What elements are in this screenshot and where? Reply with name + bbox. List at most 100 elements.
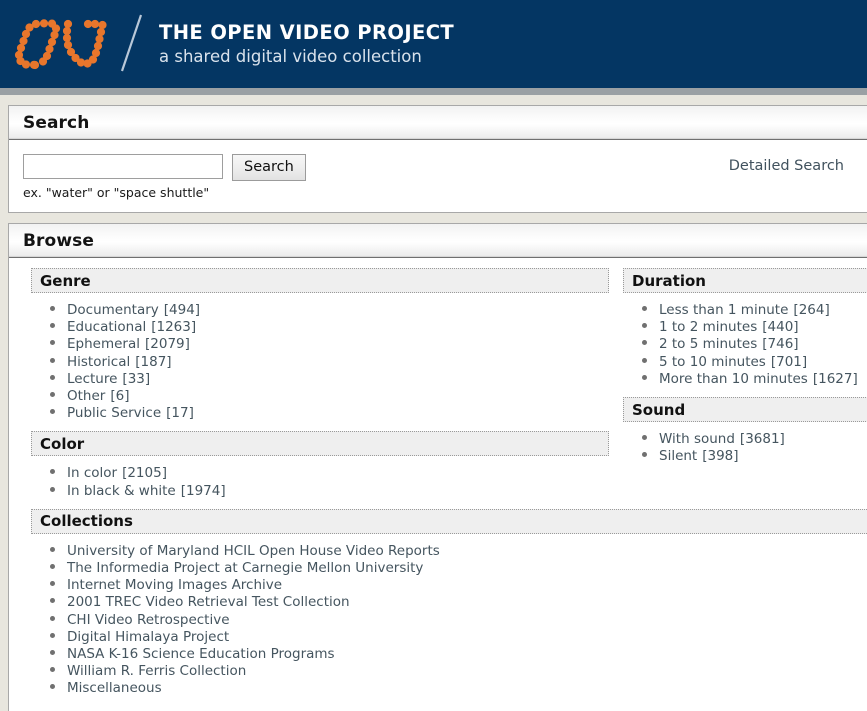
facet-count: [746] bbox=[762, 336, 799, 353]
list-item: Educational [1263] bbox=[67, 318, 609, 335]
facet-count: [264] bbox=[793, 302, 830, 318]
facet-link[interactable]: In black & white bbox=[67, 483, 176, 499]
list-item: Public Service [17] bbox=[67, 404, 609, 421]
facet-link[interactable]: Historical bbox=[67, 354, 130, 370]
list-item: Miscellaneous bbox=[67, 679, 867, 696]
facet-link[interactable]: In color bbox=[67, 465, 117, 481]
facet-collections-title: Collections bbox=[40, 512, 133, 531]
browse-right-column: Duration Less than 1 minute[264]1 to 2 m… bbox=[609, 268, 867, 474]
facet-count: [6] bbox=[110, 388, 130, 405]
facet-count: [494] bbox=[163, 302, 201, 318]
facet-link[interactable]: NASA K-16 Science Education Programs bbox=[67, 646, 335, 662]
facet-sound: Sound With sound[3681]Silent[398] bbox=[623, 397, 867, 464]
facet-duration-header: Duration bbox=[623, 268, 867, 293]
facet-link[interactable]: CHI Video Retrospective bbox=[67, 612, 230, 628]
list-item: Internet Moving Images Archive bbox=[67, 576, 867, 593]
list-item: Documentary[494] bbox=[67, 301, 609, 318]
facet-link[interactable]: Silent bbox=[659, 448, 697, 464]
search-panel-body: Search ex. "water" or "space shuttle" De… bbox=[9, 140, 867, 212]
list-item: 2 to 5 minutes [746] bbox=[659, 335, 867, 352]
facet-link[interactable]: Public Service bbox=[67, 405, 161, 421]
facet-link[interactable]: Documentary bbox=[67, 302, 159, 318]
facet-genre-title: Genre bbox=[40, 271, 91, 290]
facet-count: [2079] bbox=[145, 336, 190, 353]
list-item: Less than 1 minute [264] bbox=[659, 301, 867, 318]
facet-sound-title: Sound bbox=[632, 400, 686, 419]
facet-link[interactable]: 5 to 10 minutes bbox=[659, 354, 766, 370]
facet-link[interactable]: Less than 1 minute bbox=[659, 302, 788, 318]
facet-link[interactable]: Educational bbox=[67, 319, 146, 335]
search-panel-title: Search bbox=[23, 112, 90, 133]
search-button[interactable]: Search bbox=[232, 154, 306, 181]
facet-count: [3681] bbox=[739, 431, 785, 448]
list-item: NASA K-16 Science Education Programs bbox=[67, 645, 867, 662]
facet-link[interactable]: More than 10 minutes bbox=[659, 371, 808, 387]
browse-panel-header: Browse bbox=[9, 224, 867, 258]
facet-collections-list: University of Maryland HCIL Open House V… bbox=[31, 542, 867, 697]
browse-left-column: Genre Documentary[494]Educational[1263]E… bbox=[9, 268, 609, 509]
facet-sound-header: Sound bbox=[623, 397, 867, 423]
facet-color-header: Color bbox=[31, 431, 609, 457]
facet-genre-list: Documentary[494]Educational[1263]Ephemer… bbox=[31, 301, 609, 421]
site-masthead: THE OPEN VIDEO PROJECT a shared digital … bbox=[0, 0, 867, 88]
browse-panel: Browse Genre Documentary[494]Educational… bbox=[8, 223, 867, 711]
browse-panel-body: Genre Documentary[494]Educational[1263]E… bbox=[9, 258, 867, 711]
logo-divider-slash bbox=[115, 13, 155, 75]
facet-duration: Duration Less than 1 minute[264]1 to 2 m… bbox=[623, 268, 867, 387]
facet-link[interactable]: William R. Ferris Collection bbox=[67, 663, 246, 679]
facet-link[interactable]: University of Maryland HCIL Open House V… bbox=[67, 543, 440, 559]
search-hint-text: ex. "water" or "space shuttle" bbox=[23, 185, 210, 200]
list-item: Silent [398] bbox=[659, 447, 867, 464]
search-input[interactable] bbox=[23, 154, 223, 179]
list-item: More than 10 minutes[1627] bbox=[659, 370, 867, 387]
facet-link[interactable]: Internet Moving Images Archive bbox=[67, 577, 282, 593]
search-panel-header: Search bbox=[9, 106, 867, 140]
facet-link[interactable]: Ephemeral bbox=[67, 336, 140, 352]
list-item: 5 to 10 minutes[701] bbox=[659, 353, 867, 370]
facet-link[interactable]: Other bbox=[67, 388, 105, 404]
detailed-search-link[interactable]: Detailed Search bbox=[729, 158, 844, 174]
list-item: Digital Himalaya Project bbox=[67, 628, 867, 645]
facet-count: [1263] bbox=[151, 319, 197, 336]
facet-link[interactable]: With sound bbox=[659, 431, 735, 447]
facet-link[interactable]: Miscellaneous bbox=[67, 680, 162, 696]
facet-color: Color In color [2105]In black & white[197… bbox=[31, 431, 609, 498]
list-item: University of Maryland HCIL Open House V… bbox=[67, 542, 867, 559]
facet-count: [17] bbox=[166, 405, 194, 422]
list-item: With sound[3681] bbox=[659, 430, 867, 447]
site-title: THE OPEN VIDEO PROJECT bbox=[159, 20, 455, 44]
facet-link[interactable]: The Informedia Project at Carnegie Mello… bbox=[67, 560, 423, 576]
list-item: 1 to 2 minutes [440] bbox=[659, 318, 867, 335]
facet-genre-header: Genre bbox=[31, 268, 609, 293]
facet-count: [440] bbox=[762, 319, 799, 336]
list-item: In color [2105] bbox=[67, 464, 609, 481]
ov-logo-icon[interactable] bbox=[10, 15, 115, 73]
facet-link[interactable]: 2 to 5 minutes bbox=[659, 336, 757, 352]
list-item: William R. Ferris Collection bbox=[67, 662, 867, 679]
search-panel: Search Search ex. "water" or "space shut… bbox=[8, 105, 867, 213]
facet-count: [398] bbox=[702, 448, 739, 465]
facet-count: [33] bbox=[122, 370, 151, 387]
facet-count: [1974] bbox=[180, 482, 226, 499]
list-item: Lecture [33] bbox=[67, 370, 609, 387]
list-item: 2001 TREC Video Retrieval Test Collectio… bbox=[67, 593, 867, 610]
facet-genre: Genre Documentary[494]Educational[1263]E… bbox=[31, 268, 609, 421]
facet-color-list: In color [2105]In black & white[1974] bbox=[31, 464, 609, 498]
site-subtitle: a shared digital video collection bbox=[159, 46, 422, 66]
facet-link[interactable]: Digital Himalaya Project bbox=[67, 629, 229, 645]
facet-count: [2105] bbox=[122, 465, 167, 482]
facet-color-title: Color bbox=[40, 434, 85, 453]
facet-link[interactable]: Lecture bbox=[67, 371, 117, 387]
list-item: The Informedia Project at Carnegie Mello… bbox=[67, 559, 867, 576]
list-item: Ephemeral [2079] bbox=[67, 335, 609, 352]
facet-count: [1627] bbox=[812, 370, 858, 387]
list-item: Historical [187] bbox=[67, 353, 609, 370]
list-item: Other [6] bbox=[67, 387, 609, 404]
facet-duration-title: Duration bbox=[632, 271, 706, 290]
facet-link[interactable]: 1 to 2 minutes bbox=[659, 319, 757, 335]
list-item: CHI Video Retrospective bbox=[67, 611, 867, 628]
facet-link[interactable]: 2001 TREC Video Retrieval Test Collectio… bbox=[67, 594, 350, 610]
facet-collections: Collections University of Maryland HCIL … bbox=[31, 508, 867, 697]
page-root: THE OPEN VIDEO PROJECT a shared digital … bbox=[0, 0, 867, 711]
browse-panel-title: Browse bbox=[23, 230, 94, 251]
